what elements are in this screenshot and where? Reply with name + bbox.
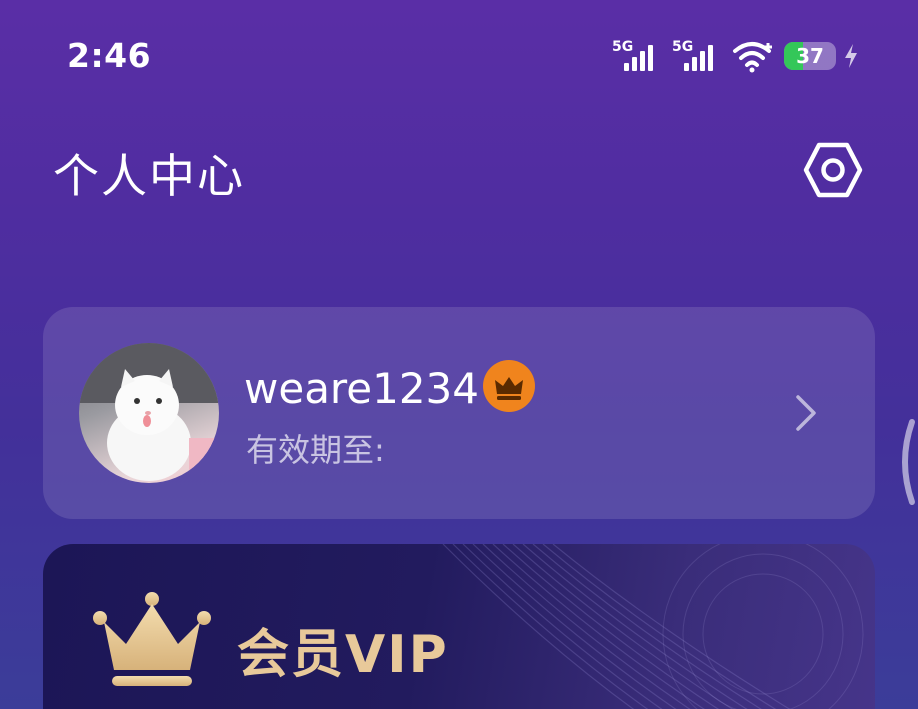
profile-card[interactable] xyxy=(43,307,875,519)
crown-badge-icon xyxy=(483,360,535,412)
status-icons: 5G 5G 37 xyxy=(612,38,858,74)
settings-button[interactable] xyxy=(803,140,863,200)
wifi-icon xyxy=(733,42,772,73)
charging-icon xyxy=(845,44,857,68)
crown-icon xyxy=(93,592,211,686)
chevron-right-icon[interactable] xyxy=(794,393,818,433)
expiry-label: 有效期至: xyxy=(246,431,385,469)
signal-icon: 5G xyxy=(672,39,724,73)
status-bar: 2:46 5G 5G 37 xyxy=(0,0,918,110)
cat-photo xyxy=(79,343,219,483)
settings-icon xyxy=(803,142,863,198)
avatar[interactable] xyxy=(79,343,219,483)
page-title: 个人中心 xyxy=(53,149,245,203)
vip-title: 会员VIP xyxy=(237,625,449,685)
username: weare1234 xyxy=(244,364,479,413)
battery-level: 37 xyxy=(796,44,824,68)
edge-gesture-handle[interactable] xyxy=(892,418,918,506)
signal-icon: 5G xyxy=(612,39,664,73)
status-time: 2:46 xyxy=(67,36,152,75)
battery-icon: 37 xyxy=(784,42,836,70)
